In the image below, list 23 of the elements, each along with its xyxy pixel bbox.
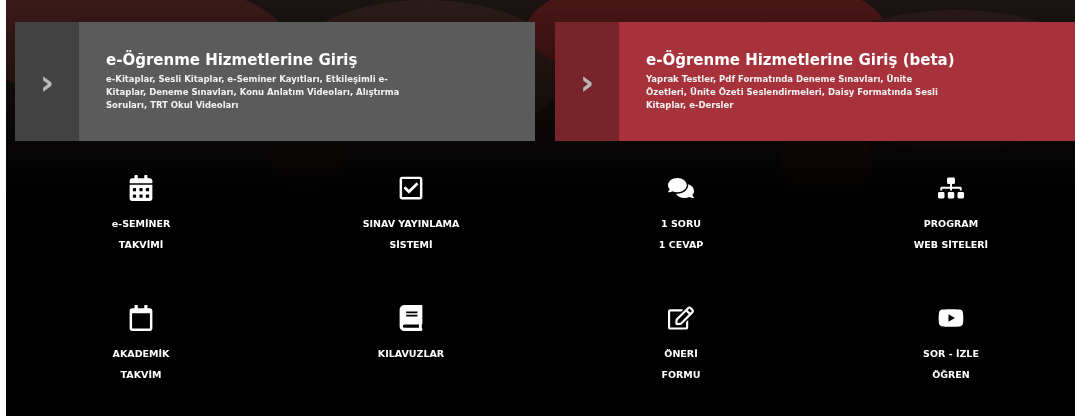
shortcut-link[interactable]: 1 SORU 1 CEVAP: [658, 213, 704, 255]
shortcut-link[interactable]: e-SEMİNER TAKVİMİ: [111, 213, 171, 255]
service-card[interactable]: › e-Öğrenme Hizmetlerine Giriş e-Kitaplar, Sesli Kitaplar, e-Seminer Kayıtları, Etkileşimli e-Kitaplar, Deneme Sınavları, Konu Anlatım Videoları, Alıştırma Soruları, TRT Okul Videoları: [15, 22, 535, 141]
card-title: e-Öğrenme Hizmetlerine Giriş (beta): [646, 51, 956, 69]
shortcut-link[interactable]: SOR - İZLE ÖĞREN: [923, 343, 979, 385]
edit-icon[interactable]: [668, 305, 694, 331]
card-description: Yaprak Testler, Pdf Formatında Deneme Sınavları, Ünite Özetleri, Ünite Özeti Seslendirmeleri, Daisy Formatında Sesli Kitaplar, e-Dersler: [646, 73, 939, 112]
sitemap-icon[interactable]: [938, 175, 964, 201]
calendar-icon[interactable]: [128, 175, 154, 201]
shortcut-link[interactable]: ÖNERİ FORMU: [661, 343, 701, 385]
chevron-icon: ›: [580, 61, 594, 102]
calendar-icon[interactable]: [128, 305, 154, 331]
chevron-icon: ›: [40, 61, 54, 102]
card-description: e-Kitaplar, Sesli Kitaplar, e-Seminer Kayıtları, Etkileşimli e-Kitaplar, Deneme Sınavları, Konu Anlatım Videoları, Alıştırma Soruları, TRT Okul Videoları: [106, 73, 401, 112]
book-icon[interactable]: [398, 305, 424, 331]
card-title: e-Öğrenme Hizmetlerine Giriş: [106, 51, 359, 69]
shortcut-link[interactable]: KILAVUZLAR: [377, 343, 445, 364]
shortcut-link[interactable]: SINAV YAYINLAMA SİSTEMİ: [362, 213, 460, 255]
checkbox-icon[interactable]: [398, 175, 424, 201]
service-card[interactable]: › e-Öğrenme Hizmetlerine Giriş (beta) Yaprak Testler, Pdf Formatında Deneme Sınavları, Ünite Özetleri, Ünite Özeti Seslendirmeleri, Daisy Formatında Sesli Kitaplar, e-Dersler: [555, 22, 1075, 141]
shortcut-link[interactable]: PROGRAM WEB SİTELERİ: [913, 213, 989, 255]
shortcut-link[interactable]: AKADEMİK TAKVİM: [112, 343, 170, 385]
chat-bubbles-icon[interactable]: [668, 175, 694, 201]
